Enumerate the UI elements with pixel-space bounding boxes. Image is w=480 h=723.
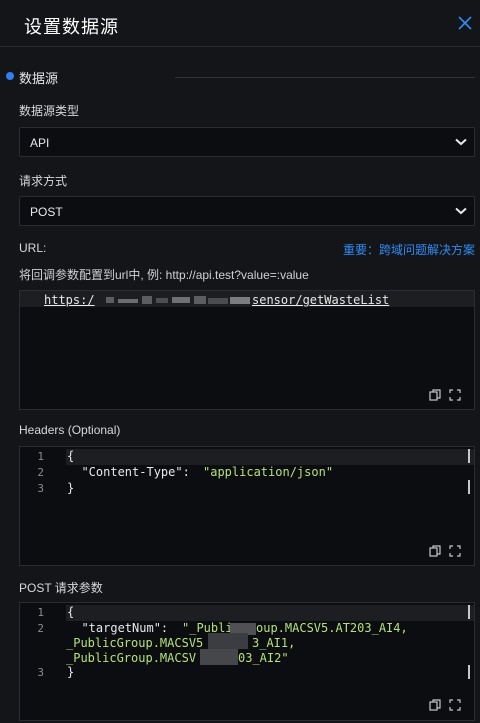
code-line-string: oup.MACSV5.AT203_AI4, bbox=[256, 621, 408, 635]
line-number: 3 bbox=[37, 666, 44, 679]
method-label: 请求方式 bbox=[19, 174, 68, 188]
close-icon[interactable] bbox=[456, 14, 474, 32]
redacted-block bbox=[142, 296, 152, 304]
post-params-editor[interactable]: 1 2 3 { "targetNum": "_Publi oup.MACSV5.… bbox=[19, 602, 475, 721]
headers-editor[interactable]: 1 2 3 { "Content-Type": "application/jso… bbox=[19, 446, 475, 566]
redacted-block bbox=[208, 633, 248, 649]
redacted-block bbox=[230, 297, 250, 304]
url-value-suffix: sensor/getWasteList bbox=[252, 293, 390, 307]
caret-down-icon bbox=[455, 207, 467, 215]
active-line bbox=[66, 605, 474, 621]
url-value-prefix: https:/ bbox=[44, 293, 95, 307]
code-line-key: "targetNum": bbox=[67, 621, 176, 635]
fullscreen-icon[interactable] bbox=[449, 545, 461, 557]
redacted-block bbox=[208, 298, 228, 304]
copy-icon[interactable] bbox=[429, 545, 441, 557]
line-number: 1 bbox=[37, 450, 44, 463]
code-line: } bbox=[67, 481, 75, 495]
code-line: } bbox=[67, 665, 75, 679]
cors-help-link[interactable]: 重要：跨域问题解决方案 bbox=[343, 241, 475, 258]
code-line-key: "Content-Type": bbox=[67, 465, 198, 479]
section-divider bbox=[175, 77, 475, 78]
code-line: { bbox=[67, 605, 75, 619]
post-params-label: POST 请求参数 bbox=[19, 581, 103, 595]
active-line bbox=[66, 449, 474, 465]
redacted-block bbox=[156, 298, 168, 303]
section-title: 数据源 bbox=[19, 71, 59, 86]
panel-header: 设置数据源 bbox=[0, 0, 480, 47]
section-dot-icon bbox=[6, 72, 14, 80]
code-line-string: _PublicGroup.MACSV5 bbox=[66, 636, 204, 650]
copy-icon[interactable] bbox=[429, 699, 441, 711]
line-number: 2 bbox=[37, 466, 44, 479]
section-header: 数据源 bbox=[0, 66, 480, 86]
caret-down-icon bbox=[455, 138, 467, 146]
code-line-string: 03_AI2" bbox=[238, 651, 289, 665]
redacted-block bbox=[200, 649, 238, 665]
headers-label: Headers (Optional) bbox=[19, 423, 121, 437]
source-type-select[interactable]: API bbox=[19, 127, 475, 157]
copy-icon[interactable] bbox=[429, 389, 441, 401]
editor-scroll-marker bbox=[468, 605, 470, 619]
url-editor[interactable]: https:/ sensor/getWasteList bbox=[19, 290, 475, 410]
line-number: 3 bbox=[37, 482, 44, 495]
line-number: 1 bbox=[37, 606, 44, 619]
fullscreen-icon[interactable] bbox=[449, 699, 461, 711]
redacted-block bbox=[194, 296, 206, 304]
redacted-block bbox=[106, 297, 114, 303]
panel-title: 设置数据源 bbox=[24, 17, 119, 37]
redacted-block bbox=[172, 297, 190, 303]
code-line: { bbox=[67, 449, 75, 463]
line-number: 2 bbox=[37, 622, 44, 635]
fullscreen-icon[interactable] bbox=[449, 389, 461, 401]
url-label: URL: bbox=[19, 241, 47, 255]
code-line-string: _PublicGroup.MACSV bbox=[66, 651, 197, 665]
url-hint: 将回调参数配置到url中, 例: http://api.test?value=:… bbox=[19, 268, 309, 282]
method-select[interactable]: POST bbox=[19, 196, 475, 226]
source-type-value: API bbox=[30, 136, 50, 150]
editor-scroll-marker bbox=[468, 449, 470, 463]
editor-scroll-marker bbox=[468, 480, 470, 494]
source-type-label: 数据源类型 bbox=[19, 104, 80, 118]
redacted-block bbox=[118, 299, 138, 303]
editor-scroll-marker bbox=[468, 665, 470, 679]
code-line-string: 3_AI1, bbox=[252, 636, 296, 650]
code-line-string: "application/json" bbox=[203, 465, 334, 479]
method-value: POST bbox=[30, 205, 63, 219]
